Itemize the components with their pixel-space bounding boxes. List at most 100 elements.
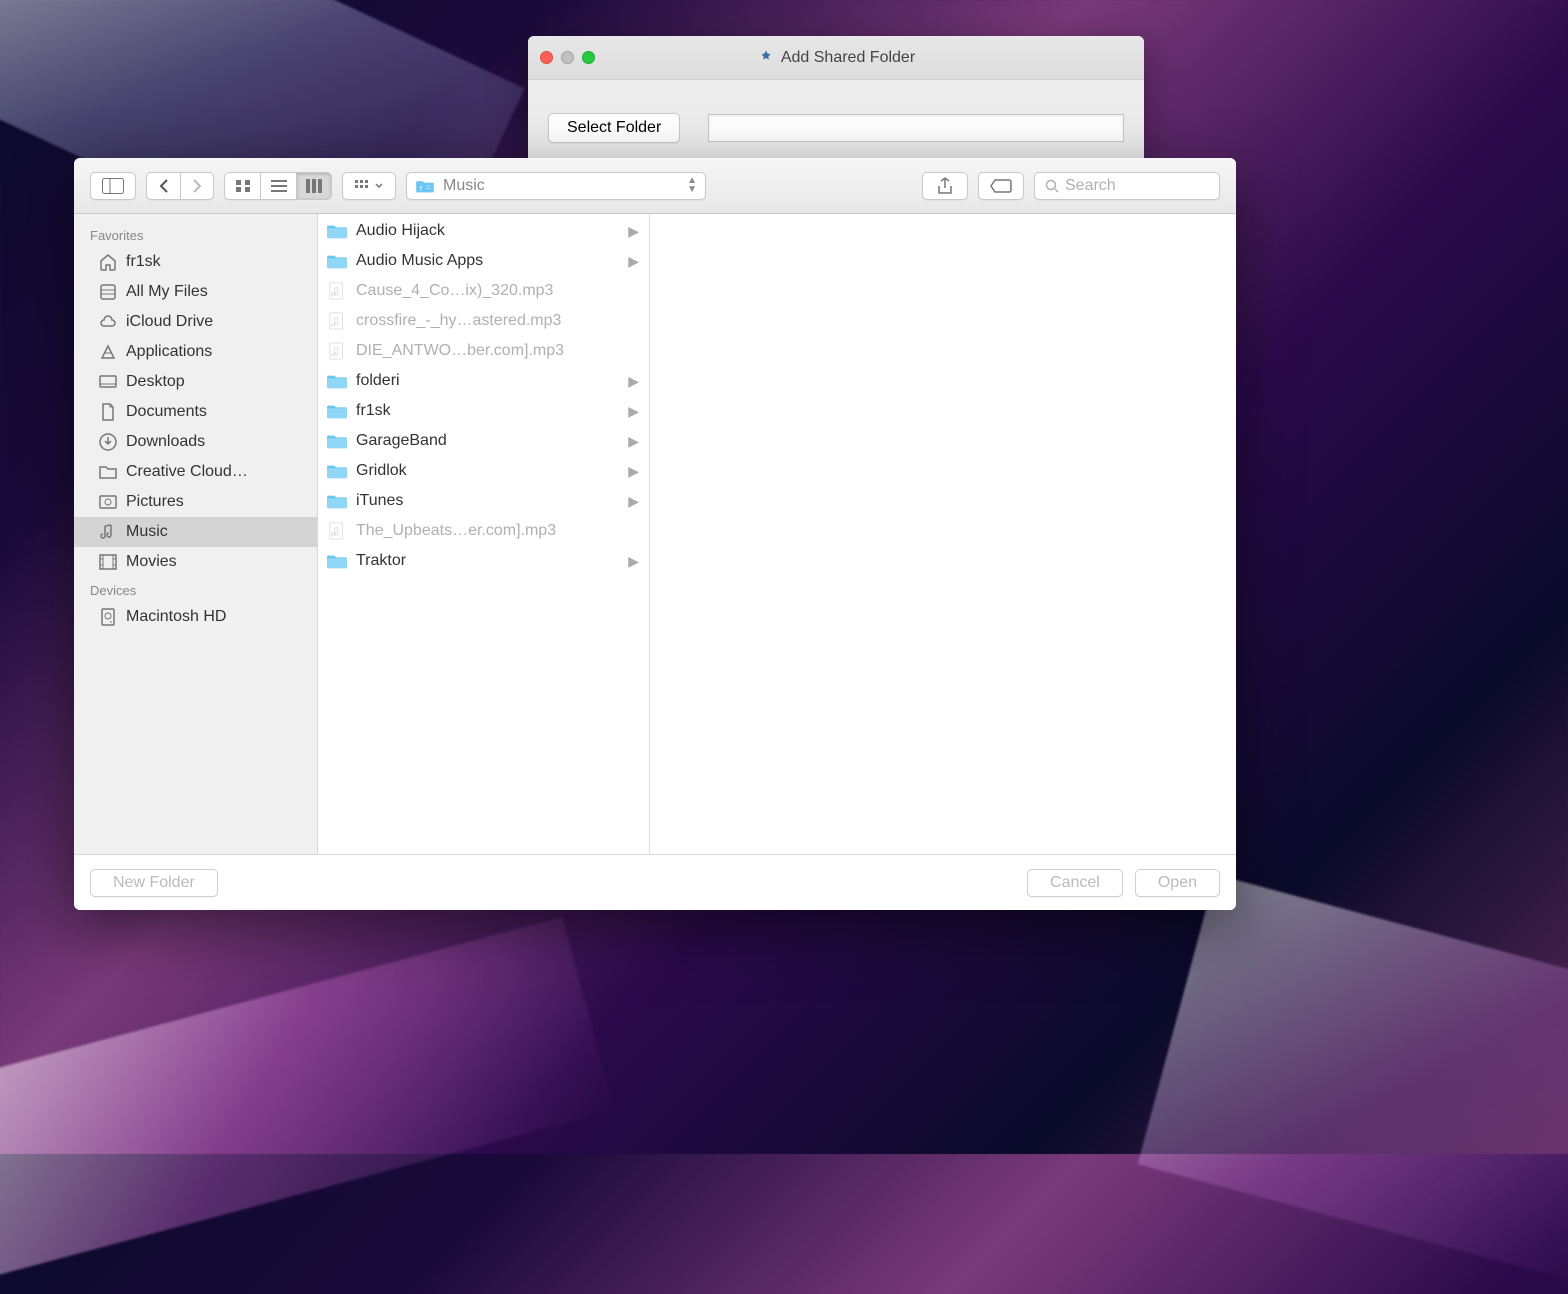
apps-icon [98, 342, 118, 362]
sidebar-item-label: Pictures [126, 493, 184, 511]
sidebar-item-label: Movies [126, 553, 177, 571]
folder-path-input[interactable] [708, 114, 1124, 142]
close-button[interactable] [540, 51, 553, 64]
file-name-label: DIE_ANTWO…ber.com].mp3 [356, 342, 639, 360]
sidebar-item-label: Music [126, 523, 168, 541]
sidebar-item-documents[interactable]: Documents [74, 397, 317, 427]
add-shared-folder-window: Add Shared Folder Select Folder [528, 36, 1144, 175]
folder-icon [326, 402, 348, 420]
file-name-label: Traktor [356, 552, 620, 570]
folder-row[interactable]: Audio Music Apps ▶ [318, 246, 649, 276]
sidebar-item-icloud-drive[interactable]: iCloud Drive [74, 307, 317, 337]
sidebar-item-macintosh-hd[interactable]: Macintosh HD [74, 602, 317, 632]
folder-row[interactable]: Audio Hijack ▶ [318, 216, 649, 246]
chevron-right-icon: ▶ [628, 463, 639, 480]
audio-file-icon [326, 342, 348, 360]
cancel-button[interactable]: Cancel [1027, 869, 1123, 897]
chevron-right-icon: ▶ [628, 403, 639, 420]
sidebar-item-desktop[interactable]: Desktop [74, 367, 317, 397]
chevron-right-icon: ▶ [628, 253, 639, 270]
chevron-right-icon: ▶ [628, 373, 639, 390]
sidebar-item-applications[interactable]: Applications [74, 337, 317, 367]
forward-button[interactable] [180, 172, 214, 200]
sidebar-item-label: fr1sk [126, 253, 161, 271]
file-open-dialog: Music ▲▼ Search Favorites fr1sk All My Fil… [74, 158, 1236, 910]
file-name-label: Gridlok [356, 462, 620, 480]
folder-row[interactable]: iTunes▶ [318, 486, 649, 516]
list-view-button[interactable] [260, 172, 296, 200]
tags-button[interactable] [978, 172, 1024, 200]
chevron-right-icon: ▶ [628, 433, 639, 450]
search-field[interactable]: Search [1034, 172, 1220, 200]
back-button[interactable] [146, 172, 180, 200]
pictures-icon [98, 492, 118, 512]
folder-row[interactable]: Gridlok ▶ [318, 456, 649, 486]
desktop-icon [98, 372, 118, 392]
dropdown-arrows-icon: ▲▼ [687, 177, 697, 194]
arrange-button[interactable] [342, 172, 396, 200]
sidebar-item-label: Creative Cloud… [126, 463, 248, 481]
allfiles-icon [98, 282, 118, 302]
documents-icon [98, 402, 118, 422]
sidebar-item-label: Macintosh HD [126, 608, 226, 626]
sidebar-item-label: iCloud Drive [126, 313, 213, 331]
chevron-right-icon: ▶ [628, 553, 639, 570]
open-button[interactable]: Open [1135, 869, 1220, 897]
chevron-right-icon: ▶ [628, 493, 639, 510]
audio-file-icon [326, 282, 348, 300]
search-icon [1045, 179, 1059, 193]
home-icon [98, 252, 118, 272]
parent-titlebar[interactable]: Add Shared Folder [528, 36, 1144, 80]
folder-icon [326, 372, 348, 390]
sidebar-item-all-my-files[interactable]: All My Files [74, 277, 317, 307]
sidebar-item-fr1sk[interactable]: fr1sk [74, 247, 317, 277]
chevron-right-icon: ▶ [628, 223, 639, 240]
file-row: DIE_ANTWO…ber.com].mp3 [318, 336, 649, 366]
app-icon [757, 49, 775, 67]
column-view-button[interactable] [296, 172, 332, 200]
sidebar-item-music[interactable]: Music [74, 517, 317, 547]
icon-view-button[interactable] [224, 172, 260, 200]
folder-icon [326, 462, 348, 480]
sidebar-section-header: Devices [74, 577, 317, 602]
file-name-label: folderi [356, 372, 620, 390]
folder-icon [326, 492, 348, 510]
folder-icon [326, 432, 348, 450]
folder-row[interactable]: GarageBand ▶ [318, 426, 649, 456]
cloud-icon [98, 312, 118, 332]
audio-file-icon [326, 312, 348, 330]
folder-row[interactable]: Traktor ▶ [318, 546, 649, 576]
sidebar-item-pictures[interactable]: Pictures [74, 487, 317, 517]
share-button[interactable] [922, 172, 968, 200]
nav-buttons [146, 172, 214, 200]
file-name-label: fr1sk [356, 402, 620, 420]
file-row: The_Upbeats…er.com].mp3 [318, 516, 649, 546]
dialog-footer: New Folder Cancel Open [74, 854, 1236, 910]
folder-icon [415, 178, 435, 194]
path-dropdown[interactable]: Music ▲▼ [406, 172, 706, 200]
new-folder-button[interactable]: New Folder [90, 869, 218, 897]
file-name-label: The_Upbeats…er.com].mp3 [356, 522, 639, 540]
path-label: Music [443, 177, 679, 195]
view-mode-buttons [224, 172, 332, 200]
sidebar-item-creative-cloud-[interactable]: Creative Cloud… [74, 457, 317, 487]
file-row: Cause_4_Co…ix)_320.mp3 [318, 276, 649, 306]
folder-row[interactable]: folderi ▶ [318, 366, 649, 396]
toggle-sidebar-button[interactable] [90, 172, 136, 200]
music-icon [98, 522, 118, 542]
sidebar-section-header: Favorites [74, 222, 317, 247]
maximize-button[interactable] [582, 51, 595, 64]
sidebar-item-label: All My Files [126, 283, 208, 301]
sidebar-item-label: Applications [126, 343, 212, 361]
sidebar-item-movies[interactable]: Movies [74, 547, 317, 577]
folder-icon [326, 252, 348, 270]
sidebar: Favorites fr1sk All My Files iCloud Drive Ap… [74, 214, 318, 854]
sidebar-item-downloads[interactable]: Downloads [74, 427, 317, 457]
file-name-label: Audio Hijack [356, 222, 620, 240]
folder-row[interactable]: fr1sk ▶ [318, 396, 649, 426]
file-name-label: GarageBand [356, 432, 620, 450]
audio-file-icon [326, 522, 348, 540]
file-name-label: Audio Music Apps [356, 252, 620, 270]
select-folder-button[interactable]: Select Folder [548, 113, 680, 143]
hdd-icon [98, 607, 118, 627]
